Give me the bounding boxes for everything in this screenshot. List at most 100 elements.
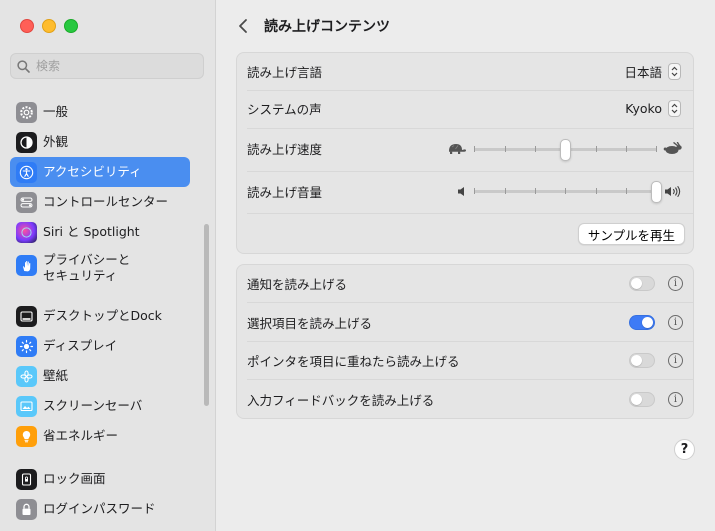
sidebar-item-wallpaper[interactable]: 壁紙 [10,361,190,391]
divider [247,90,693,91]
slider-tick [505,146,506,152]
minimize-window-button[interactable] [42,19,56,33]
sidebar-item-label: 省エネルギー [43,428,119,443]
sidebar-scrollbar[interactable] [204,224,209,406]
info-button[interactable]: i [668,276,683,291]
up-down-chevron-icon [668,62,681,80]
slider-knob[interactable] [559,139,571,161]
slider-tick [596,188,597,194]
screensaver-icon [16,395,37,417]
sidebar-item-general[interactable]: 一般 [10,97,190,127]
close-window-button[interactable] [20,19,34,33]
speaker-low-icon [458,187,464,196]
speech-language-label: 読み上げ言語 [247,64,323,80]
sidebar-item-label: 一般 [43,104,69,119]
divider [247,379,693,380]
speak-options-card: 通知を読み上げる i 選択項目を読み上げる i ポインタを項目に重ねたら読み上げ… [236,264,694,419]
slider-tick [626,146,627,152]
sidebar-item-privacy-security[interactable]: プライバシーと セキュリティ [10,249,190,287]
slider-tick [505,188,506,194]
divider [247,341,693,342]
system-voice-label: システムの声 [247,101,322,117]
speak-hover-toggle[interactable] [629,353,655,368]
speak-notifications-label: 通知を読み上げる [247,276,348,292]
sidebar-item-label: コントロールセンター [43,194,169,209]
slider-tick [656,146,657,152]
system-voice-value: Kyoko [625,100,662,116]
speech-language-value: 日本語 [624,64,662,80]
divider [247,171,693,172]
sidebar-item-label: Siri と Spotlight [43,224,140,239]
info-button[interactable]: i [668,392,683,407]
sidebar-item-accessibility[interactable]: アクセシビリティ [10,157,190,187]
search-icon [17,59,30,73]
sidebar-item-label: スクリーンセーバ [43,398,143,413]
wallpaper-icon [16,365,37,387]
play-sample-button[interactable]: サンプルを再生 [577,223,685,245]
speak-hover-label: ポインタを項目に重ねたら読み上げる [247,353,460,369]
sidebar-item-appearance[interactable]: 外観 [10,127,190,157]
sidebar-item-label: ログインパスワード [43,501,156,516]
zoom-window-button[interactable] [64,19,78,33]
page-title: 読み上げコンテンツ [264,19,390,35]
slider-tick [535,188,536,194]
sidebar-item-screensaver[interactable]: スクリーンセーバ [10,391,190,421]
sidebar-item-display[interactable]: ディスプレイ [10,331,190,361]
display-icon [16,335,37,357]
info-button[interactable]: i [668,353,683,368]
speak-selection-row: 選択項目を読み上げる [247,312,683,332]
sidebar-item-login-password[interactable]: ログインパスワード [10,494,190,524]
speech-language-popup[interactable]: 日本語 [624,62,681,81]
control-center-icon [16,191,37,213]
slider-tick [565,188,566,194]
gear-icon [16,101,37,123]
search-field[interactable] [10,53,204,79]
slider-tick [596,146,597,152]
system-voice-popup[interactable]: Kyoko [625,99,681,117]
speak-selection-label: 選択項目を読み上げる [247,315,373,331]
lightbulb-icon [16,425,37,447]
speak-hover-row: ポインタを項目に重ねたら読み上げる [247,350,683,370]
divider [247,128,693,129]
sidebar-item-label: アクセシビリティ [43,164,142,179]
sidebar-item-text: プライバシーと セキュリティ [43,252,130,284]
sidebar-item-energy-saver[interactable]: 省エネルギー [10,421,190,451]
turtle-icon [449,144,466,154]
speak-selection-toggle[interactable] [629,315,655,330]
sidebar-item-lock-screen[interactable]: ロック画面 [10,464,190,494]
sidebar-item-label-line2: セキュリティ [43,268,118,283]
toggle-knob [631,278,642,289]
chevron-left-icon [239,19,247,33]
sidebar-item-control-center[interactable]: コントロールセンター [10,187,190,217]
system-voice-row: システムの声 Kyoko [247,98,683,118]
typing-feedback-row: 入力フィードバックを読み上げる [247,389,683,409]
main-pane: 読み上げコンテンツ 読み上げ言語 日本語 システムの声 Kyoko 読み上げ速度… [216,0,715,531]
toggle-knob [631,355,642,366]
slider-tick [474,188,475,194]
search-input[interactable] [34,58,188,74]
lock-icon [16,498,37,520]
appearance-icon [16,131,37,153]
sidebar-item-desktop-dock[interactable]: デスクトップとDock [10,301,190,331]
sidebar-item-siri-spotlight[interactable]: Siri と Spotlight [10,217,190,247]
sidebar-item-label: 壁紙 [43,368,69,383]
speak-notifications-toggle[interactable] [629,276,655,291]
rabbit-icon [663,142,682,154]
slider-tick [535,146,536,152]
info-button[interactable]: i [668,315,683,330]
sidebar-item-label: ディスプレイ [43,338,118,353]
speech-language-row: 読み上げ言語 日本語 [247,61,683,81]
toggle-knob [642,317,653,328]
help-button[interactable]: ? [674,439,695,460]
sidebar-item-label: ロック画面 [43,471,106,486]
back-button[interactable] [234,15,252,37]
typing-feedback-toggle[interactable] [629,392,655,407]
divider [247,213,693,214]
sidebar: 一般 外観 アクセシビリティ コントロールセンター [0,0,216,531]
slider-knob[interactable] [651,181,662,203]
sidebar-item-label: 外観 [43,134,69,149]
siri-icon [16,221,37,243]
typing-feedback-label: 入力フィードバックを読み上げる [247,392,435,408]
speaking-volume-label: 読み上げ音量 [247,184,323,200]
window-controls [20,19,78,33]
